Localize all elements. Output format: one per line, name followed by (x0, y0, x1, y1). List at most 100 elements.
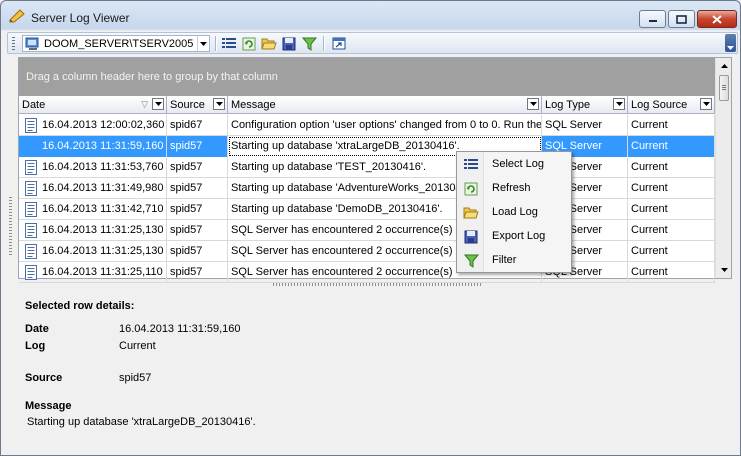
server-select-value: DOOM_SERVER\TSERV2005 (44, 37, 194, 50)
context-menu-item-filter[interactable]: Filter (459, 249, 569, 272)
table-cell-date[interactable]: 16.04.2013 11:31:49,980 (19, 178, 167, 199)
table-cell-log-source[interactable]: Current (628, 262, 715, 283)
table-cell-source[interactable]: spid57 (167, 241, 228, 262)
toolbar-grip[interactable] (12, 37, 15, 50)
column-header-label: Log Source (631, 99, 688, 111)
column-header-message[interactable]: Message (228, 96, 542, 114)
column-header-date[interactable]: Date ▽ (19, 96, 167, 114)
server-icon (25, 37, 39, 50)
context-menu-item-export-log[interactable]: Export Log (459, 225, 569, 248)
table-cell-log-source[interactable]: Current (628, 199, 715, 220)
context-menu-item-label: Select Log (492, 158, 544, 170)
table-row[interactable]: 16.04.2013 12:00:02,360 spid67 Configurati… (19, 115, 715, 136)
window-title: Server Log Viewer (31, 11, 130, 25)
chevron-down-icon[interactable] (700, 98, 712, 110)
filter-button[interactable] (300, 35, 318, 52)
table-row[interactable]: 16.04.2013 11:31:25,130 spid57 SQL Server … (19, 241, 715, 262)
select-log-button[interactable] (220, 35, 238, 52)
row-details-panel: Selected row details: Date 16.04.2013 11… (13, 290, 732, 450)
scroll-down-icon[interactable] (716, 262, 732, 278)
details-log-value: Current (119, 340, 156, 352)
table-cell-source[interactable]: spid67 (167, 115, 228, 136)
close-button[interactable] (697, 10, 737, 28)
table-cell-log-source[interactable]: Current (628, 241, 715, 262)
load-log-button[interactable] (260, 35, 278, 52)
export-log-button[interactable] (280, 35, 298, 52)
table-cell-log-source[interactable]: Current (628, 136, 715, 157)
table-cell-date[interactable]: 16.04.2013 11:31:53,760 (19, 157, 167, 178)
main-toolbar: DOOM_SERVER\TSERV2005 (7, 32, 738, 54)
column-header-source[interactable]: Source (167, 96, 228, 114)
sort-filter-icon: ▽ (141, 99, 148, 109)
scroll-up-icon[interactable] (716, 58, 732, 74)
table-cell-log-source[interactable]: Current (628, 178, 715, 199)
context-menu-item-select-log[interactable]: Select Log (459, 153, 569, 176)
table-cell-date[interactable]: 16.04.2013 11:31:59,160 (19, 136, 167, 157)
window-icon (332, 37, 346, 50)
chevron-down-icon[interactable] (152, 98, 164, 110)
table-row[interactable]: 16.04.2013 11:31:53,760 spid57 Starting up… (19, 157, 715, 178)
table-cell-source[interactable]: spid57 (167, 178, 228, 199)
table-cell-date[interactable]: 16.04.2013 11:31:42,710 (19, 199, 167, 220)
table-cell-date[interactable]: 16.04.2013 12:00:02,360 (19, 115, 167, 136)
title-bar[interactable]: Server Log Viewer (1, 1, 740, 31)
save-icon (282, 37, 296, 50)
column-header-label: Message (231, 99, 276, 111)
table-cell-source[interactable]: spid57 (167, 199, 228, 220)
table-cell-source[interactable]: spid57 (167, 262, 228, 283)
pencil-icon (9, 9, 25, 23)
table-cell-log-source[interactable]: Current (628, 157, 715, 178)
scrollbar-thumb[interactable] (719, 75, 729, 101)
details-log-label: Log (25, 340, 46, 352)
table-cell-source[interactable]: spid57 (167, 136, 228, 157)
column-header-log-type[interactable]: Log Type (542, 96, 628, 114)
details-message-label: Message (25, 400, 72, 412)
save-icon (462, 228, 480, 245)
context-menu-item-refresh[interactable]: Refresh (459, 177, 569, 200)
table-row[interactable]: 16.04.2013 11:31:25,130 spid57 SQL Server … (19, 220, 715, 241)
maximize-icon (676, 14, 687, 24)
refresh-icon (242, 37, 256, 50)
filter-icon (301, 37, 317, 51)
minimize-button[interactable] (639, 10, 666, 28)
chevron-down-icon[interactable] (527, 98, 539, 110)
details-title: Selected row details: (25, 300, 135, 312)
maximize-button[interactable] (668, 10, 695, 28)
table-row[interactable]: 16.04.2013 11:31:42,710 spid57 Starting up… (19, 199, 715, 220)
table-cell-log-source[interactable]: Current (628, 220, 715, 241)
grid-vertical-scrollbar[interactable] (715, 58, 731, 278)
table-row[interactable]: 16.04.2013 11:31:59,160 spid57 Starting up… (19, 136, 715, 157)
vertical-splitter-grip[interactable] (9, 197, 12, 257)
window-options-button[interactable] (330, 35, 348, 52)
table-cell-log-source[interactable]: Current (628, 115, 715, 136)
log-grid: Drag a column header here to group by th… (18, 57, 732, 283)
table-cell-date[interactable]: 16.04.2013 11:31:25,130 (19, 241, 167, 262)
server-select[interactable]: DOOM_SERVER\TSERV2005 (22, 35, 210, 52)
toolbar-separator (215, 36, 216, 51)
refresh-button[interactable] (240, 35, 258, 52)
horizontal-splitter-grip[interactable] (273, 283, 481, 286)
details-date-label: Date (25, 323, 49, 335)
chevron-down-icon[interactable] (613, 98, 625, 110)
table-cell-message[interactable]: Configuration option 'user options' chan… (228, 115, 542, 136)
table-cell-date[interactable]: 16.04.2013 11:31:25,110 (19, 262, 167, 283)
chevron-down-icon[interactable] (197, 36, 209, 51)
table-row[interactable]: 16.04.2013 11:31:25,110 spid57 SQL Server … (19, 262, 715, 283)
chevron-down-icon[interactable] (213, 98, 225, 110)
toolbar-overflow-button[interactable] (725, 34, 736, 52)
context-menu-item-load-log[interactable]: Load Log (459, 201, 569, 224)
details-source-label: Source (25, 372, 63, 384)
group-by-panel[interactable]: Drag a column header here to group by th… (19, 58, 715, 96)
list-icon (462, 156, 480, 173)
column-header-log-source[interactable]: Log Source (628, 96, 715, 114)
table-cell-source[interactable]: spid57 (167, 220, 228, 241)
table-cell-date[interactable]: 16.04.2013 11:31:25,130 (19, 220, 167, 241)
context-menu-item-label: Refresh (492, 182, 531, 194)
server-log-viewer-window: Server Log Viewer DOOM_SERVER\TSERV2005 (0, 0, 741, 456)
table-cell-source[interactable]: spid57 (167, 157, 228, 178)
context-menu: Select Log Refresh Load Log Export Log F… (456, 151, 572, 273)
table-row[interactable]: 16.04.2013 11:31:49,980 spid57 Starting up… (19, 178, 715, 199)
refresh-icon (462, 180, 480, 197)
table-cell-log-type[interactable]: SQL Server (542, 115, 628, 136)
minimize-icon (648, 20, 657, 22)
